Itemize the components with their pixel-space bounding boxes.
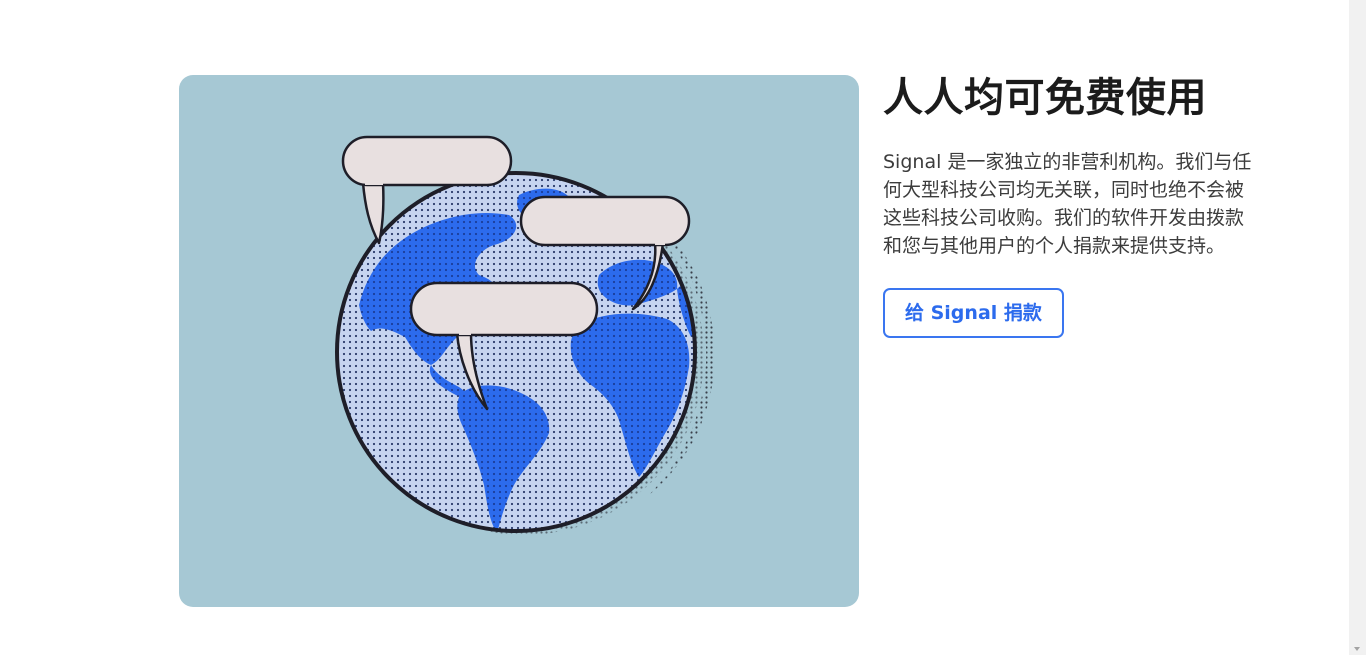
globe-with-speech-bubbles-icon (335, 135, 715, 535)
donate-button[interactable]: 给 Signal 捐款 (883, 288, 1064, 338)
free-for-everyone-section: 人人均可免费使用 Signal 是一家独立的非营利机构。我们与任何大型科技公司均… (883, 72, 1253, 338)
globe-illustration (179, 75, 859, 607)
section-heading: 人人均可免费使用 (883, 75, 1207, 121)
scroll-down-arrow-icon[interactable] (1354, 647, 1360, 651)
page: 人人均可免费使用 Signal 是一家独立的非营利机构。我们与任何大型科技公司均… (0, 0, 1366, 655)
vertical-scrollbar[interactable] (1349, 0, 1366, 655)
section-description: Signal 是一家独立的非营利机构。我们与任何大型科技公司均无关联，同时也绝不… (883, 151, 1252, 257)
